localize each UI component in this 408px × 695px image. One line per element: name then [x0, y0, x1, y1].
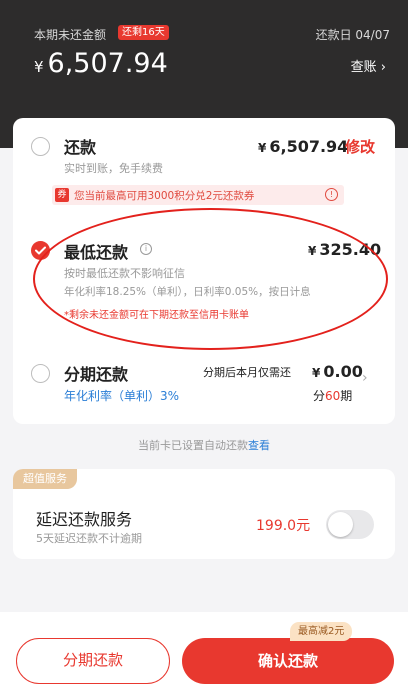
- chevron-right-icon[interactable]: ›: [362, 370, 368, 386]
- confirm-repay-button[interactable]: 确认还款: [182, 638, 394, 684]
- auto-repay-note: 当前卡已设置自动还款查看: [0, 437, 408, 453]
- installment-amount: ¥0.00: [312, 362, 363, 381]
- currency-symbol: ¥: [308, 244, 317, 258]
- coupon-tag-icon: 券: [55, 188, 69, 202]
- delay-service-toggle[interactable]: [326, 510, 374, 539]
- full-repay-radio[interactable]: [31, 137, 50, 156]
- coupon-banner[interactable]: 券 您当前最高可用3000积分兑2元还款券 !: [52, 185, 344, 205]
- minimum-repay-info-icon[interactable]: i: [140, 243, 152, 255]
- delay-service-title: 延迟还款服务: [36, 510, 133, 529]
- coupon-text: 您当前最高可用3000积分兑2元还款券: [74, 190, 255, 202]
- periods-number: 60: [325, 389, 341, 403]
- installment-title[interactable]: 分期还款: [64, 361, 128, 385]
- toggle-knob: [328, 512, 353, 537]
- modify-amount-button[interactable]: 修改: [345, 136, 375, 157]
- delay-service-subtitle: 5天延迟还款不计逾期: [36, 532, 142, 545]
- unpaid-amount-value: 6,507.94: [47, 48, 168, 79]
- full-repay-amount-value: 6,507.94: [269, 137, 349, 156]
- unpaid-amount: ¥6,507.94: [34, 48, 168, 79]
- periods-suffix: 期: [340, 389, 353, 403]
- periods-prefix: 分: [313, 389, 326, 403]
- installment-radio[interactable]: [31, 364, 50, 383]
- auto-repay-text: 当前卡已设置自动还款: [138, 439, 248, 452]
- days-left-badge: 还剩16天: [118, 25, 169, 40]
- installment-periods: 分60期: [313, 387, 352, 404]
- minimum-repay-radio[interactable]: [31, 241, 50, 260]
- minimum-repay-note: *剩余未还金额可在下期还款至信用卡账单: [64, 310, 249, 321]
- full-repay-subtitle: 实时到账，免手续费: [64, 162, 163, 175]
- installment-rate: 年化利率（单利）3%: [64, 389, 180, 403]
- full-repay-amount: ¥6,507.94: [258, 137, 348, 156]
- currency-symbol: ¥: [312, 366, 321, 380]
- minimum-repay-amount-value: 325.40: [319, 240, 382, 259]
- coupon-info-icon[interactable]: !: [325, 188, 338, 201]
- installment-amount-value: 0.00: [323, 362, 363, 381]
- installment-button[interactable]: 分期还款: [16, 638, 170, 684]
- currency-symbol: ¥: [34, 58, 44, 76]
- due-date: 还款日 04/07: [315, 28, 390, 42]
- check-icon: [35, 246, 46, 255]
- unpaid-label: 本期未还金额: [34, 28, 107, 42]
- minimum-repay-desc: 按时最低还款不影响征信: [64, 267, 185, 280]
- minimum-repay-title[interactable]: 最低还款: [64, 239, 128, 263]
- view-auto-repay-link[interactable]: 查看: [248, 439, 270, 452]
- delay-service-price: 199.0元: [256, 518, 311, 534]
- discount-badge: 最高减2元: [290, 622, 353, 641]
- minimum-repay-rate: 年化利率18.25%（单利），日利率0.05%，按日计息: [64, 286, 311, 298]
- full-repay-title[interactable]: 还款: [64, 134, 96, 158]
- installment-pay-label: 分期后本月仅需还: [203, 366, 291, 379]
- view-bill-link[interactable]: 查账 ›: [351, 56, 386, 75]
- currency-symbol: ¥: [258, 141, 267, 155]
- minimum-repay-amount: ¥325.40: [308, 240, 381, 259]
- service-tag: 超值服务: [13, 469, 77, 489]
